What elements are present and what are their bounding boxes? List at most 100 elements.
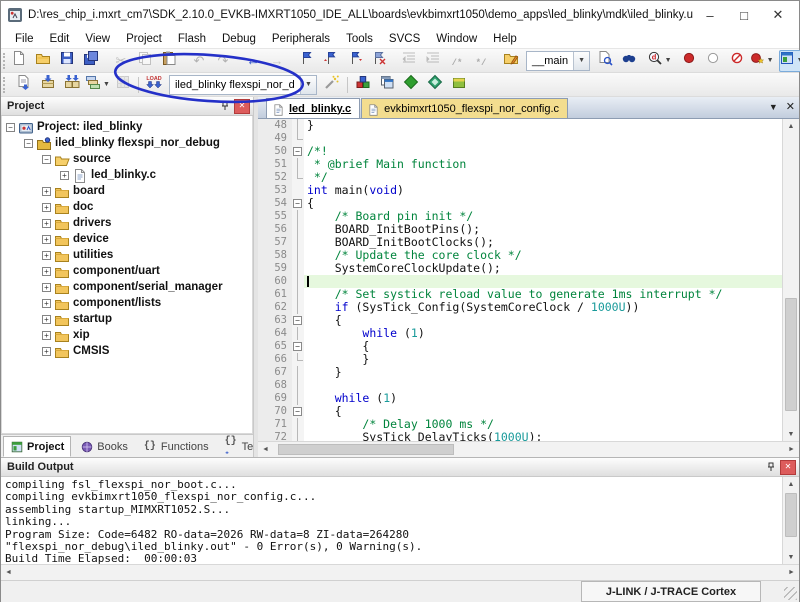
translate-file-button[interactable] (12, 74, 36, 96)
tree-expander[interactable]: + (42, 315, 51, 324)
stop-build-button[interactable] (111, 74, 135, 96)
tree-item[interactable]: +drivers (2, 215, 252, 231)
menu-item-flash[interactable]: Flash (170, 31, 214, 47)
chevron-down-icon[interactable]: ▼ (103, 81, 110, 88)
enable-disable-breakpoint-button[interactable] (701, 50, 725, 72)
chevron-down-icon[interactable]: ▼ (665, 57, 672, 64)
project-panel-close-icon[interactable]: ✕ (234, 99, 250, 114)
tree-item[interactable]: +component/lists (2, 295, 252, 311)
tree-expander[interactable]: + (42, 331, 51, 340)
manage-project-items-button[interactable] (375, 74, 399, 96)
select-software-packs-button[interactable] (399, 74, 423, 96)
redo-button[interactable]: ↷ (211, 50, 235, 72)
save-all-button[interactable] (79, 50, 103, 72)
tree-expander[interactable]: + (42, 267, 51, 276)
maximize-button[interactable]: □ (727, 3, 761, 27)
chevron-down-icon[interactable]: ▼ (300, 76, 316, 94)
pin-icon[interactable] (218, 100, 232, 113)
fold-collapse-icon[interactable]: − (293, 199, 302, 208)
uncomment-selection-button[interactable]: */ (469, 50, 493, 72)
download-flash-button[interactable]: LOAD (142, 74, 166, 96)
fold-collapse-icon[interactable]: − (293, 316, 302, 325)
chevron-down-icon[interactable]: ▼ (767, 57, 774, 64)
tree-expander[interactable]: + (42, 299, 51, 308)
tree-item[interactable]: +utilities (2, 247, 252, 263)
fold-collapse-icon[interactable]: − (293, 147, 302, 156)
editor-vertical-scrollbar[interactable]: ▲ ▼ (782, 119, 799, 441)
navigate-back-button[interactable]: ← (241, 50, 265, 72)
build-output-log[interactable]: compiling fsl_flexspi_nor_boot.c...compi… (1, 477, 782, 564)
pack-installer-button[interactable] (423, 74, 447, 96)
rebuild-all-button[interactable] (60, 74, 84, 96)
paste-button[interactable] (157, 50, 181, 72)
project-tree[interactable]: −Project: iled_blinky−iled_blinky flexsp… (1, 116, 253, 434)
tree-item[interactable]: +CMSIS (2, 343, 252, 359)
close-button[interactable]: ✕ (761, 3, 795, 27)
menu-item-tools[interactable]: Tools (338, 31, 381, 47)
panel-tab-books[interactable]: Books (73, 436, 135, 457)
new-file-button[interactable] (7, 50, 31, 72)
build-vscroll-thumb[interactable] (785, 493, 797, 536)
editor-horizontal-scrollbar[interactable]: ◄ ► (258, 441, 799, 457)
tree-expander[interactable]: + (42, 235, 51, 244)
scroll-left-icon[interactable]: ◄ (1, 565, 16, 580)
find-in-files-button[interactable]: d▼ (647, 50, 671, 72)
navigate-forward-button[interactable]: → (265, 50, 289, 72)
tree-expander[interactable]: − (6, 123, 15, 132)
outdent-button[interactable] (397, 50, 421, 72)
editor-tab[interactable]: led_blinky.c (266, 98, 360, 118)
prev-bookmark-button[interactable] (319, 50, 343, 72)
find-text-combobox[interactable]: __main▼ (526, 51, 590, 71)
tree-expander[interactable]: + (42, 203, 51, 212)
incremental-find-button[interactable] (617, 50, 641, 72)
tree-expander[interactable]: + (42, 219, 51, 228)
disable-all-breakpoints-button[interactable] (725, 50, 749, 72)
menu-item-edit[interactable]: Edit (42, 31, 78, 47)
editor-vscroll-thumb[interactable] (785, 298, 797, 412)
open-file-button[interactable] (31, 50, 55, 72)
menu-item-help[interactable]: Help (485, 31, 525, 47)
scroll-up-icon[interactable]: ▲ (783, 477, 799, 491)
tree-item[interactable]: +component/uart (2, 263, 252, 279)
kill-all-breakpoints-button[interactable]: ▼ (749, 50, 773, 72)
toggle-bookmark-button[interactable] (295, 50, 319, 72)
menu-item-svcs[interactable]: SVCS (381, 31, 428, 47)
tree-item[interactable]: −Project: iled_blinky (2, 119, 252, 135)
tree-expander[interactable]: − (42, 155, 51, 164)
tree-expander[interactable]: + (42, 283, 51, 292)
tree-item[interactable]: +led_blinky.c (2, 167, 252, 183)
tree-item[interactable]: +device (2, 231, 252, 247)
minimize-button[interactable]: – (693, 3, 727, 27)
copy-button[interactable] (133, 50, 157, 72)
tree-expander[interactable]: + (60, 171, 69, 180)
tree-item[interactable]: +xip (2, 327, 252, 343)
fold-collapse-icon[interactable]: − (293, 407, 302, 416)
tree-expander[interactable]: − (24, 139, 33, 148)
tree-item[interactable]: +component/serial_manager (2, 279, 252, 295)
tree-item[interactable]: +doc (2, 199, 252, 215)
debug-windows-button[interactable]: ▼ (779, 50, 800, 72)
menu-item-project[interactable]: Project (118, 31, 170, 47)
menu-item-window[interactable]: Window (428, 31, 485, 47)
insert-breakpoint-button[interactable] (677, 50, 701, 72)
tree-item[interactable]: +board (2, 183, 252, 199)
scroll-down-icon[interactable]: ▼ (783, 550, 799, 564)
editor-close-icon[interactable]: ✕ (786, 100, 795, 113)
tree-expander[interactable]: + (42, 251, 51, 260)
editor-hscroll-thumb[interactable] (278, 444, 454, 455)
manage-books-button[interactable] (447, 74, 471, 96)
toolbar-grip[interactable] (3, 77, 10, 93)
scroll-up-icon[interactable]: ▲ (783, 119, 799, 133)
indent-button[interactable] (421, 50, 445, 72)
editor-tab[interactable]: evkbimxrt1050_flexspi_nor_config.c (361, 98, 568, 118)
menu-item-debug[interactable]: Debug (214, 31, 264, 47)
tree-item[interactable]: −iled_blinky flexspi_nor_debug (2, 135, 252, 151)
scroll-right-icon[interactable]: ► (784, 442, 799, 457)
toolbar-grip[interactable] (3, 53, 5, 69)
build-output-vertical-scrollbar[interactable]: ▲ ▼ (782, 477, 799, 564)
menu-item-peripherals[interactable]: Peripherals (264, 31, 338, 47)
panel-tab-project[interactable]: Project (3, 436, 71, 457)
chevron-down-icon[interactable]: ▼ (797, 57, 800, 64)
clear-bookmarks-button[interactable] (367, 50, 391, 72)
tree-expander[interactable]: + (42, 187, 51, 196)
